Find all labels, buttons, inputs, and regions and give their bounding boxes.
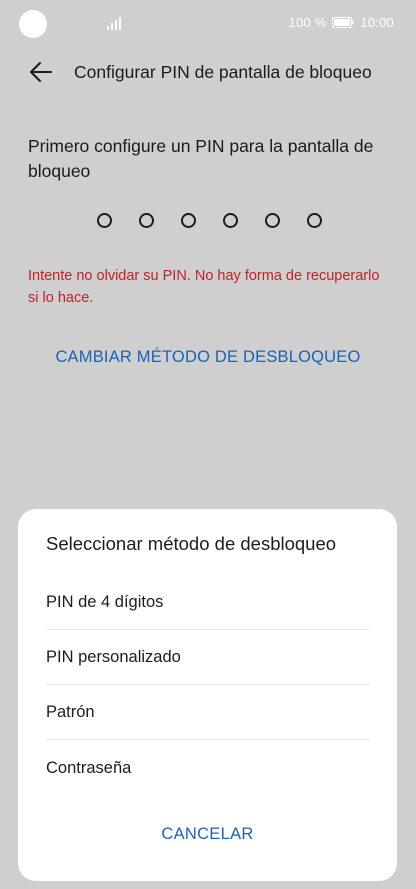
header: Configurar PIN de pantalla de bloqueo — [0, 52, 416, 92]
page-title: Configurar PIN de pantalla de bloqueo — [74, 62, 372, 82]
battery-icon — [332, 17, 355, 28]
status-right: 100 % 10:00 — [289, 15, 394, 30]
pin-dot — [265, 213, 280, 228]
option-pin-custom[interactable]: PIN personalizado — [46, 630, 370, 685]
arrow-left-icon[interactable] — [27, 58, 55, 86]
sheet-title: Seleccionar método de desbloqueo — [46, 533, 337, 554]
signal-icon — [107, 17, 121, 30]
change-unlock-method-button[interactable]: CAMBIAR MÉTODO DE DESBLOQUEO — [0, 348, 416, 367]
unlock-method-sheet: Seleccionar método de desbloqueo PIN de … — [18, 509, 397, 881]
battery-percent: 100 % — [288, 15, 327, 30]
pin-instruction: Primero configure un PIN para la pantall… — [28, 136, 374, 181]
pin-dot — [307, 213, 322, 228]
option-label: Patrón — [46, 703, 95, 721]
option-pattern[interactable]: Patrón — [46, 685, 370, 740]
pin-warning: Intente no olvidar su PIN. No hay forma … — [28, 268, 380, 306]
status-bar: 100 % 10:00 — [0, 0, 416, 46]
clock: 10:00 — [360, 15, 394, 30]
option-label: Contraseña — [46, 759, 132, 777]
camera-cutout — [19, 10, 47, 38]
pin-dots — [97, 213, 322, 229]
pin-dot — [97, 213, 112, 228]
pin-dot — [223, 213, 238, 228]
cancel-button[interactable]: CANCELAR — [18, 825, 397, 844]
option-label: PIN de 4 dígitos — [46, 593, 164, 611]
option-pin-4-digits[interactable]: PIN de 4 dígitos — [46, 575, 370, 630]
divider — [46, 739, 370, 740]
pin-dot — [181, 213, 196, 228]
option-label: PIN personalizado — [46, 648, 181, 666]
option-password[interactable]: Contraseña — [46, 741, 370, 796]
pin-dot — [139, 213, 154, 228]
